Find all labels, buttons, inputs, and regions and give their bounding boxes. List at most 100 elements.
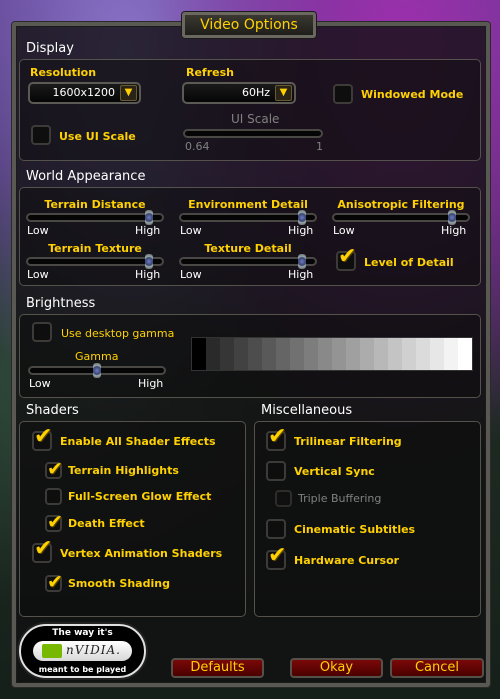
gamma-swatch bbox=[276, 338, 290, 370]
misc-checkbox[interactable] bbox=[266, 461, 286, 481]
world-slider[interactable] bbox=[26, 210, 164, 225]
gamma-swatch bbox=[388, 338, 402, 370]
dropdown-arrow-icon[interactable]: ▼ bbox=[120, 85, 137, 101]
gamma-label: Gamma bbox=[75, 350, 119, 363]
checkmark-icon: ✔ bbox=[34, 424, 53, 449]
use-ui-scale-label: Use UI Scale bbox=[59, 130, 136, 143]
gamma-swatch bbox=[220, 338, 234, 370]
shaders-section-title: Shaders bbox=[26, 403, 79, 418]
misc-checkbox[interactable]: ✔ bbox=[266, 544, 286, 570]
level-of-detail-checkbox[interactable]: ✔ bbox=[336, 245, 356, 271]
checkmark-icon: ✔ bbox=[338, 244, 357, 269]
shaders-checkbox[interactable]: ✔ bbox=[32, 537, 52, 563]
logo-bottom-text: meant to be played bbox=[38, 665, 127, 674]
world-appearance-section-title: World Appearance bbox=[26, 169, 146, 184]
slider-low-label: Low bbox=[180, 224, 202, 237]
ui-scale-min: 0.64 bbox=[185, 140, 210, 153]
display-section-title: Display bbox=[26, 41, 74, 56]
brightness-section-title: Brightness bbox=[26, 296, 96, 311]
okay-button[interactable]: Okay bbox=[290, 658, 383, 678]
resolution-dropdown[interactable]: 1600x1200 ▼ bbox=[28, 82, 141, 104]
misc-item-label: Vertical Sync bbox=[294, 465, 375, 478]
world-slider-label: Environment Detail bbox=[188, 198, 308, 211]
desktop-gamma-checkbox[interactable] bbox=[32, 322, 52, 342]
world-slider-thumb[interactable] bbox=[447, 210, 456, 225]
world-slider-thumb[interactable] bbox=[297, 254, 306, 269]
misc-item-label: Hardware Cursor bbox=[294, 554, 400, 567]
gamma-swatch bbox=[304, 338, 318, 370]
gamma-slider[interactable] bbox=[28, 363, 166, 378]
world-slider[interactable] bbox=[179, 254, 317, 269]
slider-low-label: Low bbox=[27, 224, 49, 237]
world-slider-label: Texture Detail bbox=[204, 242, 292, 255]
gamma-swatch bbox=[318, 338, 332, 370]
checkmark-icon: ✔ bbox=[47, 571, 63, 593]
misc-group bbox=[254, 421, 481, 617]
misc-checkbox[interactable]: ✔ bbox=[266, 425, 286, 451]
world-slider-thumb[interactable] bbox=[144, 210, 153, 225]
window-title: Video Options bbox=[182, 12, 316, 38]
gamma-swatch bbox=[402, 338, 416, 370]
cancel-button[interactable]: Cancel bbox=[390, 658, 484, 678]
gamma-high-label: High bbox=[138, 377, 164, 390]
shaders-item-label: Terrain Highlights bbox=[68, 464, 179, 477]
ui-scale-max: 1 bbox=[316, 140, 323, 153]
slider-high-label: High bbox=[288, 224, 314, 237]
logo-badge: nVIDIA. bbox=[33, 641, 132, 661]
shaders-item-label: Death Effect bbox=[68, 517, 145, 530]
level-of-detail-label: Level of Detail bbox=[364, 256, 454, 269]
refresh-dropdown[interactable]: 60Hz ▼ bbox=[182, 82, 296, 104]
shaders-checkbox[interactable] bbox=[45, 488, 62, 505]
nvidia-logo: The way it's nVIDIA. meant to be played bbox=[19, 624, 146, 678]
slider-high-label: High bbox=[441, 224, 467, 237]
gamma-swatch bbox=[290, 338, 304, 370]
gamma-swatch bbox=[332, 338, 346, 370]
desktop-gamma-label: Use desktop gamma bbox=[61, 327, 175, 340]
refresh-value: 60Hz bbox=[241, 86, 270, 99]
logo-brand-text: nVIDIA. bbox=[66, 643, 121, 657]
shaders-checkbox[interactable]: ✔ bbox=[32, 425, 52, 451]
checkmark-icon: ✔ bbox=[268, 543, 287, 568]
shaders-checkbox[interactable]: ✔ bbox=[45, 571, 63, 593]
ui-scale-slider[interactable] bbox=[183, 129, 323, 138]
misc-item-label: Trilinear Filtering bbox=[294, 435, 402, 448]
gamma-swatch bbox=[234, 338, 248, 370]
resolution-label: Resolution bbox=[30, 66, 97, 79]
world-slider[interactable] bbox=[332, 210, 470, 225]
shaders-checkbox[interactable]: ✔ bbox=[45, 511, 63, 533]
shaders-item-label: Smooth Shading bbox=[68, 577, 170, 590]
windowed-mode-checkbox[interactable] bbox=[333, 84, 353, 104]
misc-item-label: Triple Buffering bbox=[298, 492, 382, 505]
slider-low-label: Low bbox=[180, 268, 202, 281]
defaults-button[interactable]: Defaults bbox=[171, 658, 264, 678]
gamma-swatch bbox=[360, 338, 374, 370]
shaders-checkbox[interactable]: ✔ bbox=[45, 458, 63, 480]
world-slider-label: Terrain Distance bbox=[44, 198, 146, 211]
checkmark-icon: ✔ bbox=[34, 536, 53, 561]
gamma-calibration-bar bbox=[191, 337, 473, 371]
checkmark-icon: ✔ bbox=[47, 458, 63, 480]
logo-top-text: The way it's bbox=[52, 628, 113, 638]
world-slider-label: Anisotropic Filtering bbox=[337, 198, 465, 211]
world-slider[interactable] bbox=[26, 254, 164, 269]
shaders-item-label: Enable All Shader Effects bbox=[60, 435, 216, 448]
dropdown-arrow-icon[interactable]: ▼ bbox=[275, 85, 292, 101]
misc-section-title: Miscellaneous bbox=[261, 403, 353, 418]
world-slider[interactable] bbox=[179, 210, 317, 225]
checkmark-icon: ✔ bbox=[47, 511, 63, 533]
world-slider-thumb[interactable] bbox=[297, 210, 306, 225]
slider-high-label: High bbox=[135, 224, 161, 237]
gamma-swatch bbox=[374, 338, 388, 370]
misc-checkbox[interactable] bbox=[266, 519, 286, 539]
shaders-item-label: Full-Screen Glow Effect bbox=[68, 490, 212, 503]
gamma-slider-thumb[interactable] bbox=[93, 363, 101, 378]
gamma-swatch bbox=[262, 338, 276, 370]
world-slider-thumb[interactable] bbox=[144, 254, 153, 269]
slider-low-label: Low bbox=[27, 268, 49, 281]
gamma-swatch bbox=[458, 338, 472, 370]
misc-item-label: Cinematic Subtitles bbox=[294, 523, 416, 536]
slider-low-label: Low bbox=[333, 224, 355, 237]
gamma-swatch bbox=[430, 338, 444, 370]
misc-checkbox bbox=[275, 490, 292, 507]
use-ui-scale-checkbox[interactable] bbox=[31, 125, 51, 145]
